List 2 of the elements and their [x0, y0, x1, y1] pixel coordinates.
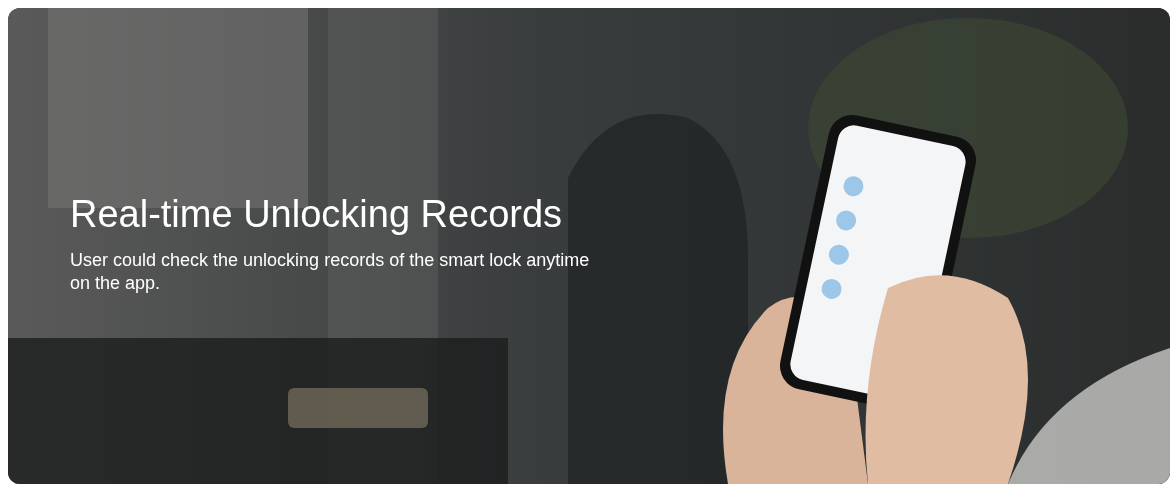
banner-title: Real-time Unlocking Records	[70, 192, 564, 237]
banner-description: User could check the unlocking records of the smart lock anytime on the app.	[70, 249, 591, 295]
